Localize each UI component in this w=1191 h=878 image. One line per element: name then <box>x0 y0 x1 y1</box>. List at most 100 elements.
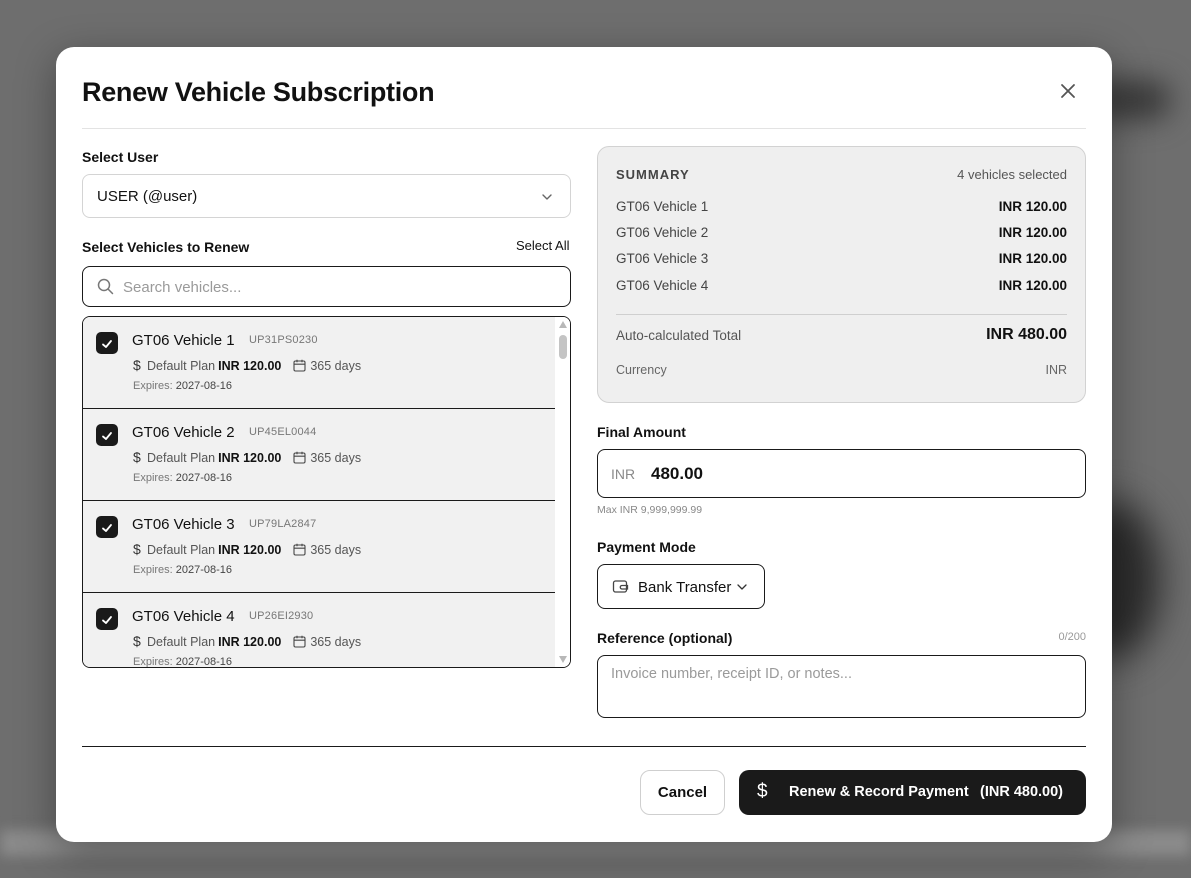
vehicle-plan: Default Plan <box>147 635 216 649</box>
vehicle-plan-row: $ Default Plan INR 120.00 365 days <box>133 357 361 373</box>
vehicle-expiry: Expires: 2027-08-16 <box>133 656 233 668</box>
search-input[interactable] <box>123 275 553 299</box>
vehicle-price: INR 120.00 <box>218 359 282 373</box>
modal-header: Renew Vehicle Subscription <box>82 47 1086 129</box>
chevron-down-icon <box>542 194 552 200</box>
renew-subscription-modal: Renew Vehicle Subscription Select User U… <box>56 47 1112 842</box>
payment-mode-select[interactable]: Bank Transfer <box>597 564 765 609</box>
chevron-down-icon <box>737 584 747 590</box>
vehicle-item[interactable]: GT06 Vehicle 4 UP26EI2930 $ Default Plan I… <box>83 593 555 668</box>
calendar-icon <box>293 359 306 372</box>
summary-currency: INR <box>1045 363 1067 377</box>
close-icon[interactable] <box>1058 81 1078 101</box>
modal-title: Renew Vehicle Subscription <box>82 77 435 107</box>
search-icon <box>97 278 114 295</box>
vehicle-checkbox[interactable] <box>96 516 118 538</box>
summary-card: SUMMARY 4 vehicles selected GT06 Vehicle… <box>597 146 1086 403</box>
vehicle-plan-row: $ Default Plan INR 120.00 365 days <box>133 449 361 465</box>
vehicle-duration: 365 days <box>310 543 362 557</box>
select-vehicles-label: Select Vehicles to Renew <box>82 239 250 255</box>
check-icon <box>102 524 112 532</box>
calendar-icon <box>293 635 306 648</box>
vehicle-checkbox[interactable] <box>96 332 118 354</box>
summary-total-label: Auto-calculated Total <box>616 328 742 343</box>
summary-count: 4 vehicles selected <box>957 167 1067 182</box>
vehicle-plate: UP45EL0044 <box>249 426 317 438</box>
user-select-value: USER (@user) <box>97 188 198 205</box>
dollar-icon: $ <box>757 781 768 802</box>
final-amount-field[interactable]: INR 480.00 <box>597 449 1086 498</box>
footer-divider <box>82 746 1086 747</box>
vehicle-price: INR 120.00 <box>218 543 282 557</box>
summary-row: GT06 Vehicle 4 INR 120.00 <box>616 278 1067 298</box>
scroll-down-arrow[interactable] <box>559 656 567 663</box>
reference-label: Reference (optional) <box>597 630 733 646</box>
summary-total: INR 480.00 <box>986 326 1067 343</box>
vehicle-duration: 365 days <box>310 635 362 649</box>
payment-mode-label: Payment Mode <box>597 539 696 555</box>
calendar-icon <box>293 451 306 464</box>
vehicle-plan: Default Plan <box>147 543 216 557</box>
vehicle-duration: 365 days <box>310 359 362 373</box>
scroll-thumb[interactable] <box>559 335 567 359</box>
summary-row-amount: INR 120.00 <box>998 251 1067 266</box>
primary-button-label: Renew & Record Payment <box>789 784 969 800</box>
vehicle-name: GT06 Vehicle 2 <box>132 424 235 441</box>
vehicle-expiry: Expires: 2027-08-16 <box>133 380 233 392</box>
select-all-link[interactable]: Select All <box>516 238 569 253</box>
vehicle-item[interactable]: GT06 Vehicle 2 UP45EL0044 $ Default Plan I… <box>83 409 555 501</box>
vehicle-price: INR 120.00 <box>218 635 282 649</box>
vehicle-list: GT06 Vehicle 1 UP31PS0230 $ Default Plan I… <box>82 316 571 668</box>
vehicle-plate: UP79LA2847 <box>249 518 317 530</box>
vehicle-name: GT06 Vehicle 1 <box>132 332 235 349</box>
primary-button-total: (INR 480.00) <box>980 784 1064 800</box>
vehicle-expiry: Expires: 2027-08-16 <box>133 564 233 576</box>
check-icon <box>102 432 112 440</box>
final-amount-max-note: Max INR 9,999,999.99 <box>597 504 703 516</box>
vehicle-plan-row: $ Default Plan INR 120.00 365 days <box>133 633 361 649</box>
summary-row-name: GT06 Vehicle 1 <box>616 199 709 214</box>
payment-mode-value: Bank Transfer <box>638 579 732 596</box>
summary-row-amount: INR 120.00 <box>998 278 1067 293</box>
renew-record-payment-button[interactable]: $ Renew & Record Payment (INR 480.00) <box>739 770 1086 815</box>
vehicle-search <box>82 266 571 307</box>
vehicle-duration: 365 days <box>310 451 362 465</box>
cancel-button[interactable]: Cancel <box>640 770 725 815</box>
vehicle-plan: Default Plan <box>147 451 216 465</box>
dollar-icon: $ <box>133 449 141 465</box>
vehicle-name: GT06 Vehicle 4 <box>132 608 235 625</box>
vehicle-plate: UP26EI2930 <box>249 610 314 622</box>
vehicle-plan: Default Plan <box>147 359 216 373</box>
vehicle-price: INR 120.00 <box>218 451 282 465</box>
dollar-icon: $ <box>133 541 141 557</box>
calendar-icon <box>293 543 306 556</box>
reference-field <box>597 655 1086 718</box>
dollar-icon: $ <box>133 633 141 649</box>
final-amount-value[interactable]: 480.00 <box>651 464 703 484</box>
user-select[interactable]: USER (@user) <box>82 174 571 218</box>
check-icon <box>102 616 112 624</box>
final-amount-currency: INR <box>611 466 636 482</box>
vehicle-name: GT06 Vehicle 3 <box>132 516 235 533</box>
summary-row: GT06 Vehicle 1 INR 120.00 <box>616 199 1067 219</box>
reference-char-count: 0/200 <box>1058 631 1086 643</box>
summary-row-name: GT06 Vehicle 2 <box>616 225 709 240</box>
summary-row-name: GT06 Vehicle 3 <box>616 251 709 266</box>
select-user-label: Select User <box>82 149 159 165</box>
summary-row: GT06 Vehicle 3 INR 120.00 <box>616 251 1067 271</box>
scroll-up-arrow[interactable] <box>559 321 567 328</box>
check-icon <box>102 340 112 348</box>
vehicle-plan-row: $ Default Plan INR 120.00 365 days <box>133 541 361 557</box>
vehicle-item[interactable]: GT06 Vehicle 1 UP31PS0230 $ Default Plan I… <box>83 317 555 409</box>
vehicle-checkbox[interactable] <box>96 608 118 630</box>
final-amount-label: Final Amount <box>597 424 686 440</box>
summary-row-name: GT06 Vehicle 4 <box>616 278 709 293</box>
vehicle-expiry: Expires: 2027-08-16 <box>133 472 233 484</box>
vehicle-checkbox[interactable] <box>96 424 118 446</box>
vehicle-list-scrollbar[interactable] <box>555 317 570 667</box>
vehicle-item[interactable]: GT06 Vehicle 3 UP79LA2847 $ Default Plan I… <box>83 501 555 593</box>
summary-row-amount: INR 120.00 <box>998 199 1067 214</box>
reference-input[interactable] <box>611 666 1071 710</box>
summary-row: GT06 Vehicle 2 INR 120.00 <box>616 225 1067 245</box>
summary-row-amount: INR 120.00 <box>998 225 1067 240</box>
